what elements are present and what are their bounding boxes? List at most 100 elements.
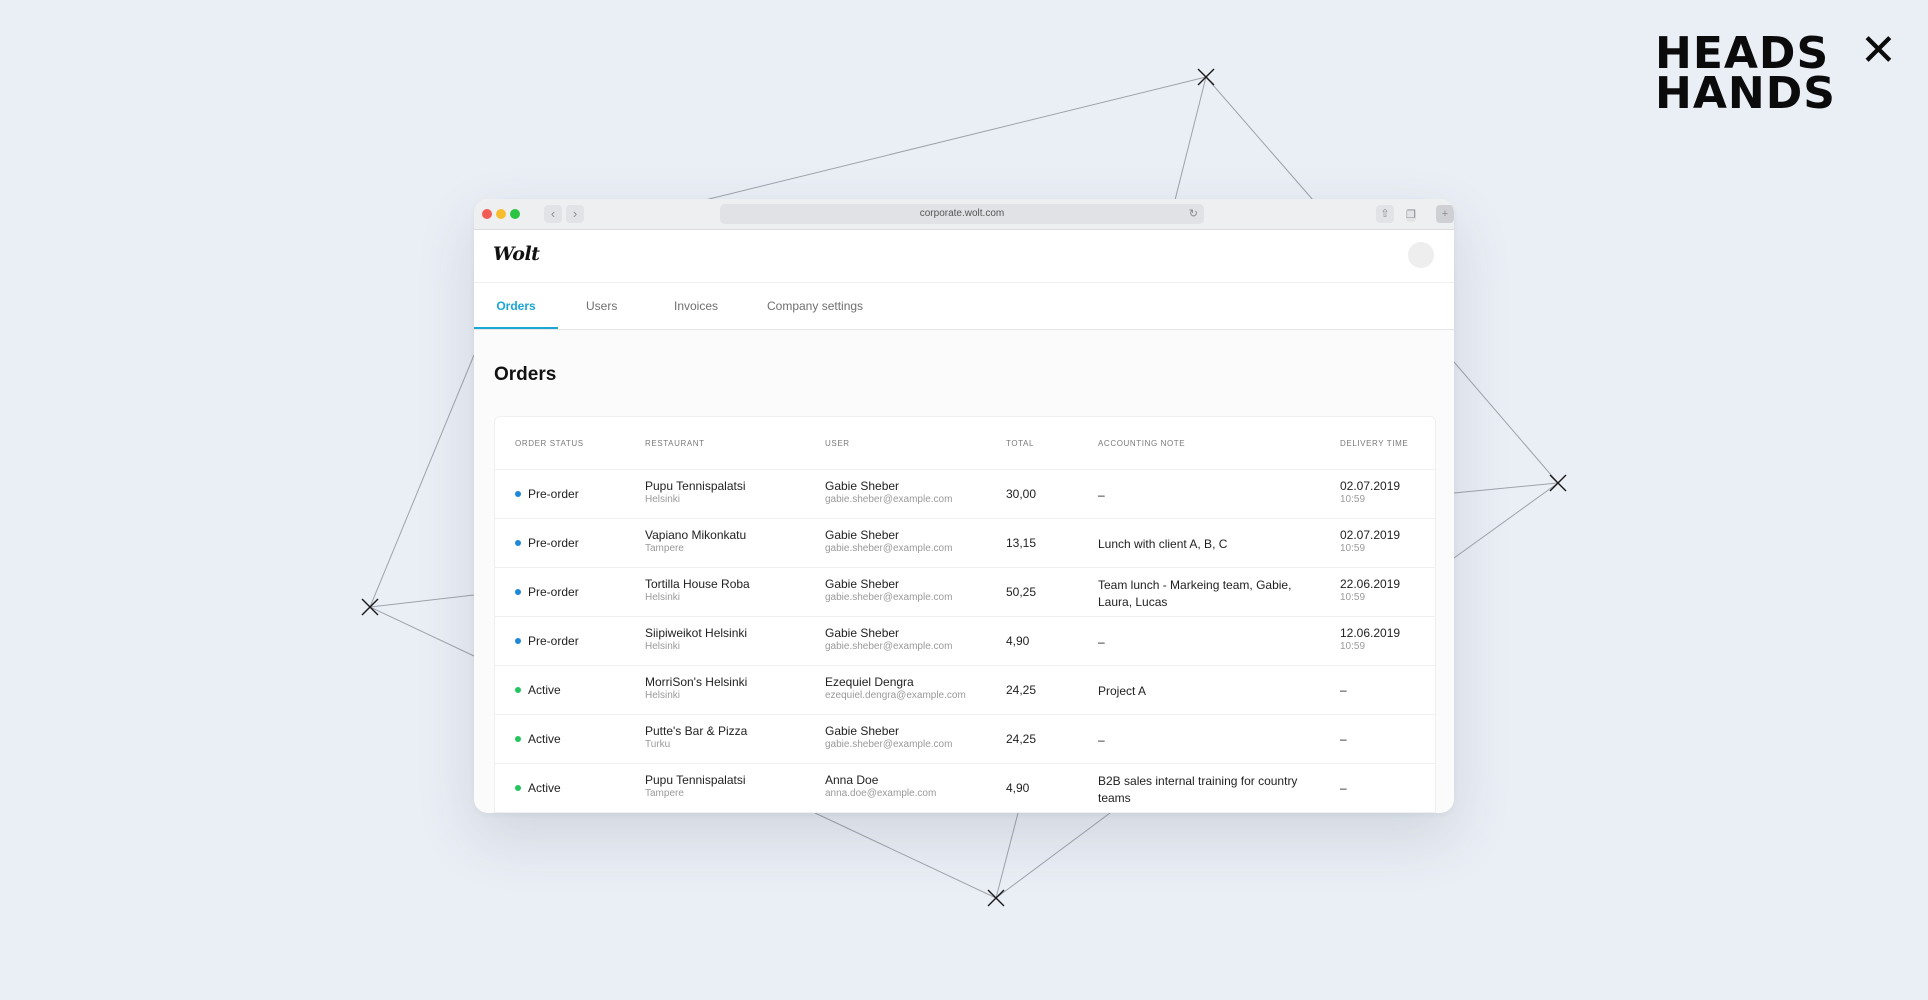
- user-name: Ezequiel Dengra: [825, 675, 914, 689]
- table-row[interactable]: Active Pupu Tennispalatsi Tampere Anna Do…: [495, 764, 1435, 813]
- table-header: ORDER STATUS RESTAURANT USER TOTAL ACCOU…: [495, 417, 1435, 470]
- status-dot-icon: [515, 735, 521, 742]
- table-row[interactable]: Pre-order Vapiano Mikonkatu Tampere Gabie…: [495, 519, 1435, 568]
- header-order-status[interactable]: ORDER STATUS: [515, 439, 584, 448]
- browser-titlebar: ‹ › corporate.wolt.com ↻ ⇧ ❐ +: [474, 199, 1454, 230]
- order-total: 13,15: [1006, 536, 1037, 550]
- delivery-hour: 10:59: [1340, 592, 1366, 603]
- avatar[interactable]: [1408, 242, 1434, 268]
- table-row[interactable]: Pre-order Pupu Tennispalatsi Helsinki Gab…: [495, 470, 1435, 519]
- header-user[interactable]: USER: [825, 439, 850, 448]
- table-row[interactable]: Pre-order Siipiweikot Helsinki Helsinki G…: [495, 617, 1435, 666]
- close-window-button[interactable]: [482, 209, 492, 219]
- delivery-date: 02.07.2019: [1340, 479, 1401, 493]
- status-label: Pre-order: [528, 585, 579, 599]
- order-status: Active: [515, 683, 561, 697]
- headsandhands-logo: HEADS HANDS ✕: [1655, 29, 1897, 119]
- delivery-time-cell: 22.06.2019 10:59: [1340, 577, 1400, 603]
- accounting-note: –: [1098, 733, 1105, 747]
- restaurant-city: Helsinki: [645, 690, 681, 701]
- minimize-window-button[interactable]: [496, 209, 506, 219]
- user-cell: Gabie Sheber gabie.sheber@example.com: [825, 724, 952, 750]
- order-status: Active: [515, 781, 561, 795]
- restaurant-name: Pupu Tennispalatsi: [645, 479, 746, 493]
- delivery-time-cell: 02.07.2019 10:59: [1340, 528, 1400, 554]
- order-status: Pre-order: [515, 536, 579, 550]
- delivery-hour: 10:59: [1340, 494, 1366, 505]
- status-dot-icon: [515, 588, 521, 595]
- brand-line-2: HANDS: [1655, 68, 1836, 119]
- restaurant-name: Putte's Bar & Pizza: [645, 724, 748, 738]
- order-status: Pre-order: [515, 634, 579, 648]
- delivery-time-cell: 02.07.2019 10:59: [1340, 479, 1400, 505]
- tab-invoices[interactable]: Invoices: [674, 283, 718, 329]
- user-name: Gabie Sheber: [825, 528, 900, 542]
- header-total[interactable]: TOTAL: [1006, 439, 1034, 448]
- header-delivery-time[interactable]: DELIVERY TIME: [1340, 439, 1408, 448]
- tab-company-settings[interactable]: Company settings: [767, 283, 863, 329]
- table-row[interactable]: Active Putte's Bar & Pizza Turku Gabie Sh…: [495, 715, 1435, 764]
- restaurant-city: Helsinki: [645, 641, 681, 652]
- delivery-date: –: [1340, 683, 1347, 697]
- header-accounting-note[interactable]: ACCOUNTING NOTE: [1098, 439, 1185, 448]
- note-line-2: Laura, Lucas: [1098, 595, 1168, 609]
- delivery-hour: 10:59: [1340, 641, 1366, 652]
- delivery-date: 02.07.2019: [1340, 528, 1401, 542]
- table-row[interactable]: Pre-order Tortilla House Roba Helsinki Ga…: [495, 568, 1435, 617]
- restaurant-name: Pupu Tennispalatsi: [645, 773, 746, 787]
- page-title: Orders: [494, 364, 557, 385]
- status-label: Pre-order: [528, 634, 579, 648]
- delivery-time-cell: 12.06.2019 10:59: [1340, 626, 1400, 652]
- restaurant-cell: Tortilla House Roba Helsinki: [645, 577, 750, 603]
- status-label: Active: [528, 683, 561, 697]
- wolt-logo[interactable]: Wolt: [493, 243, 540, 265]
- maximize-window-button[interactable]: [510, 209, 520, 219]
- user-cell: Gabie Sheber gabie.sheber@example.com: [825, 479, 952, 505]
- reload-icon[interactable]: ↻: [1189, 204, 1198, 224]
- restaurant-city: Turku: [645, 739, 671, 750]
- restaurant-name: Tortilla House Roba: [645, 577, 750, 591]
- accounting-note: Lunch with client A, B, C: [1098, 537, 1228, 551]
- header-restaurant[interactable]: RESTAURANT: [645, 439, 705, 448]
- user-cell: Gabie Sheber gabie.sheber@example.com: [825, 528, 952, 554]
- restaurant-cell: MorriSon's Helsinki Helsinki: [645, 675, 747, 701]
- order-status: Active: [515, 732, 561, 746]
- status-dot-icon: [515, 637, 521, 644]
- order-total: 24,25: [1006, 683, 1037, 697]
- forward-arrow-icon[interactable]: ›: [566, 205, 584, 223]
- accounting-note: B2B sales internal training for country t…: [1098, 773, 1297, 807]
- status-dot-icon: [515, 490, 521, 497]
- status-label: Active: [528, 732, 561, 746]
- delivery-date: 12.06.2019: [1340, 626, 1401, 640]
- address-bar[interactable]: corporate.wolt.com ↻: [720, 204, 1204, 224]
- user-name: Gabie Sheber: [825, 479, 900, 493]
- status-dot-icon: [515, 686, 521, 693]
- delivery-date: –: [1340, 781, 1347, 795]
- user-email: gabie.sheber@example.com: [825, 641, 953, 652]
- browser-window: ‹ › corporate.wolt.com ↻ ⇧ ❐ + Wolt Orde…: [474, 199, 1454, 813]
- user-name: Anna Doe: [825, 773, 879, 787]
- tab-orders[interactable]: Orders: [474, 283, 558, 329]
- user-cell: Gabie Sheber gabie.sheber@example.com: [825, 577, 952, 603]
- table-row[interactable]: Active MorriSon's Helsinki Helsinki Ezequ…: [495, 666, 1435, 715]
- restaurant-cell: Vapiano Mikonkatu Tampere: [645, 528, 746, 554]
- page-content: Orders ORDER STATUS RESTAURANT USER TOTA…: [474, 330, 1454, 813]
- user-name: Gabie Sheber: [825, 577, 900, 591]
- delivery-date: –: [1340, 732, 1347, 746]
- tab-users[interactable]: Users: [586, 283, 617, 329]
- brand-x-mark: ✕: [1860, 25, 1898, 76]
- back-arrow-icon[interactable]: ‹: [544, 205, 562, 223]
- delivery-hour: 10:59: [1340, 543, 1366, 554]
- status-dot-icon: [515, 784, 521, 791]
- order-status: Pre-order: [515, 585, 579, 599]
- status-dot-icon: [515, 539, 521, 546]
- accounting-note: Project A: [1098, 684, 1147, 698]
- tabs-overview-icon[interactable]: ❐: [1406, 209, 1416, 222]
- status-label: Active: [528, 781, 561, 795]
- status-label: Pre-order: [528, 536, 579, 550]
- user-name: Gabie Sheber: [825, 626, 900, 640]
- new-tab-plus-icon[interactable]: +: [1436, 205, 1454, 223]
- restaurant-name: Vapiano Mikonkatu: [645, 528, 747, 542]
- restaurant-city: Helsinki: [645, 494, 681, 505]
- share-icon[interactable]: ⇧: [1376, 205, 1394, 223]
